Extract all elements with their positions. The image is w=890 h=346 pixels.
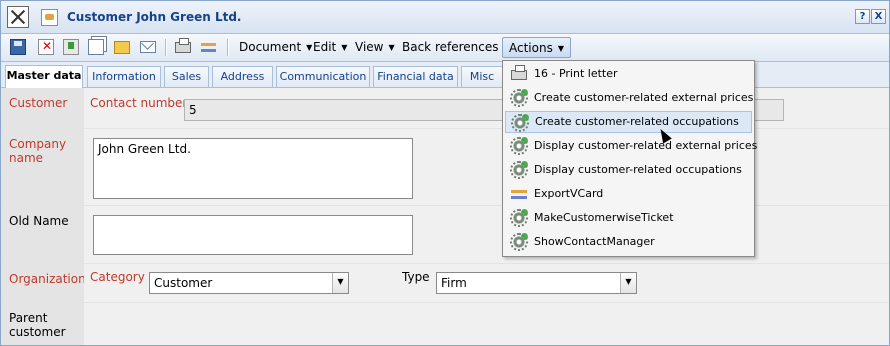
window-title: Customer John Green Ltd. xyxy=(67,10,242,24)
tab-misc[interactable]: Misc xyxy=(461,66,503,87)
category-label: Category xyxy=(90,270,145,284)
toolbar: Document▼ Edit▼ View▼ Back references▼ A… xyxy=(1,34,889,62)
gear-icon xyxy=(510,89,528,107)
save-icon[interactable] xyxy=(10,39,26,55)
chevron-down-icon[interactable]: ▼ xyxy=(620,273,636,293)
customer-label: Customer xyxy=(1,88,84,128)
old-name-content xyxy=(84,206,889,263)
contact-number-label: Contact number xyxy=(90,96,188,110)
tab-master-data[interactable]: Master data xyxy=(5,65,83,88)
type-select[interactable]: Firm ▼ xyxy=(436,272,637,294)
menu-document[interactable]: Document ▼ xyxy=(233,37,318,58)
type-label: Type xyxy=(402,270,430,284)
customer-content: Contact number 5 xyxy=(84,88,889,128)
menu-item-display-external-prices[interactable]: Display customer-related external prices xyxy=(505,135,757,157)
menu-edit[interactable]: Edit ▼ xyxy=(307,37,353,58)
master-data-form: Customer Contact number 5 Company name J… xyxy=(1,88,889,345)
customer-row: Customer Contact number 5 xyxy=(1,88,889,129)
tab-address[interactable]: Address xyxy=(212,66,273,87)
mail-icon[interactable] xyxy=(140,41,156,53)
customer-icon xyxy=(41,9,58,26)
company-name-field[interactable]: John Green Ltd. xyxy=(93,138,413,199)
tab-information[interactable]: Information xyxy=(87,66,161,87)
export-icon[interactable] xyxy=(63,39,79,55)
help-button[interactable]: ? xyxy=(855,9,870,24)
swap-icon xyxy=(511,186,527,202)
menu-item-print-letter[interactable]: 16 - Print letter xyxy=(505,63,752,85)
organization-content: Category Customer ▼ Type Firm ▼ xyxy=(84,264,889,302)
print-icon[interactable] xyxy=(175,38,191,53)
menu-item-make-ticket[interactable]: MakeCustomerwiseTicket xyxy=(505,207,752,229)
menu-item-display-occupations[interactable]: Display customer-related occupations xyxy=(505,159,752,181)
gear-icon xyxy=(510,209,528,227)
customer-window: Customer John Green Ltd. ? X Document▼ E… xyxy=(0,0,890,346)
gear-icon xyxy=(510,161,528,179)
organization-label: Organization xyxy=(1,264,86,302)
menu-actions[interactable]: Actions ▼ xyxy=(502,37,571,58)
folder-icon[interactable] xyxy=(114,41,130,54)
window-close-button[interactable]: X xyxy=(871,9,886,24)
tab-sales[interactable]: Sales xyxy=(164,66,209,87)
references-icon[interactable] xyxy=(201,40,217,54)
gear-icon xyxy=(510,137,528,155)
close-icon[interactable] xyxy=(7,6,29,28)
menu-item-show-contact-manager[interactable]: ShowContactManager xyxy=(505,231,752,253)
old-name-row: Old Name xyxy=(1,206,889,264)
printer-icon xyxy=(511,65,527,80)
gear-icon xyxy=(511,114,529,132)
gear-icon xyxy=(510,233,528,251)
tab-bar: Master data Information Sales Address Co… xyxy=(1,62,889,88)
delete-icon[interactable] xyxy=(38,39,54,55)
company-name-label: Company name xyxy=(1,129,84,205)
toolbar-separator xyxy=(165,39,167,56)
tab-financial-data[interactable]: Financial data xyxy=(373,66,458,87)
old-name-label: Old Name xyxy=(1,206,84,263)
type-value: Firm xyxy=(441,276,467,290)
category-select[interactable]: Customer ▼ xyxy=(149,272,349,294)
parent-customer-label: Parent customer xyxy=(1,303,84,345)
actions-dropdown-menu: 16 - Print letter Create customer-relate… xyxy=(502,60,757,257)
organization-row: Organization Category Customer ▼ Type Fi… xyxy=(1,264,889,303)
category-value: Customer xyxy=(154,276,213,290)
title-bar: Customer John Green Ltd. ? X xyxy=(1,1,889,34)
parent-customer-content xyxy=(84,303,889,345)
company-content: John Green Ltd. xyxy=(84,129,889,205)
tab-communication[interactable]: Communication xyxy=(276,66,370,87)
old-name-field[interactable] xyxy=(93,215,413,255)
toolbar-separator xyxy=(227,39,229,56)
menu-view[interactable]: View ▼ xyxy=(349,37,401,58)
copy-icon[interactable] xyxy=(88,39,104,55)
parent-customer-row: Parent customer xyxy=(1,303,889,345)
chevron-down-icon[interactable]: ▼ xyxy=(332,273,348,293)
menu-item-create-occupations[interactable]: Create customer-related occupations xyxy=(505,111,752,133)
menu-item-create-external-prices[interactable]: Create customer-related external prices xyxy=(505,87,753,109)
menu-item-export-vcard[interactable]: ExportVCard xyxy=(505,183,752,205)
menu-back-references[interactable]: Back references▼ xyxy=(396,37,516,58)
